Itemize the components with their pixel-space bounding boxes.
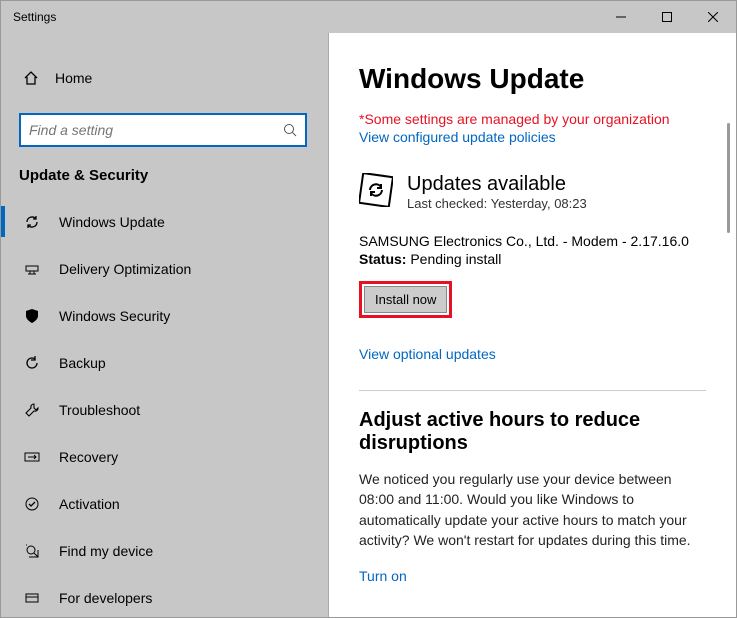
turn-on-link[interactable]: Turn on [359, 568, 706, 584]
search-field[interactable] [29, 122, 283, 138]
updates-available-title: Updates available [407, 173, 587, 196]
policy-warning: *Some settings are managed by your organ… [359, 111, 706, 127]
titlebar: Settings [1, 1, 736, 33]
sidebar-item-activation[interactable]: Activation [1, 480, 328, 527]
delivery-icon [23, 261, 41, 277]
scrollbar[interactable] [727, 123, 730, 233]
active-hours-body: We noticed you regularly use your device… [359, 469, 706, 550]
sidebar-item-backup[interactable]: Backup [1, 339, 328, 386]
sidebar-item-recovery[interactable]: Recovery [1, 433, 328, 480]
nav-label: For developers [59, 590, 152, 606]
content-area: Windows Update *Some settings are manage… [329, 33, 736, 617]
page-title: Windows Update [359, 63, 706, 95]
driver-name: SAMSUNG Electronics Co., Ltd. - Modem - … [359, 233, 706, 249]
section-divider [359, 390, 706, 391]
dev-icon [23, 590, 41, 606]
activation-icon [23, 496, 41, 512]
active-hours-heading: Adjust active hours to reduce disruption… [359, 409, 706, 455]
nav-label: Windows Security [59, 308, 170, 324]
nav-label: Delivery Optimization [59, 261, 191, 277]
nav-label: Find my device [59, 543, 153, 559]
wrench-icon [23, 402, 41, 418]
sidebar-item-windows-security[interactable]: Windows Security [1, 292, 328, 339]
search-icon [283, 123, 297, 137]
nav-label: Recovery [59, 449, 118, 465]
sidebar-item-for-developers[interactable]: For developers [1, 574, 328, 617]
sidebar-item-windows-update[interactable]: Windows Update [1, 198, 328, 245]
sidebar-item-troubleshoot[interactable]: Troubleshoot [1, 386, 328, 433]
shield-icon [23, 308, 41, 324]
nav-label: Windows Update [59, 214, 165, 230]
sidebar: Home Update & Security Windows Update De… [1, 33, 329, 617]
window-title: Settings [13, 10, 56, 24]
update-status-icon [359, 173, 393, 207]
nav-label: Backup [59, 355, 106, 371]
maximize-button[interactable] [644, 1, 690, 33]
nav-list: Windows Update Delivery Optimization Win… [1, 198, 328, 617]
refresh-icon [23, 214, 41, 230]
home-icon [23, 70, 39, 86]
policy-link[interactable]: View configured update policies [359, 129, 706, 145]
last-checked: Last checked: Yesterday, 08:23 [407, 196, 587, 211]
search-input[interactable] [19, 113, 307, 147]
nav-label: Activation [59, 496, 120, 512]
nav-label: Troubleshoot [59, 402, 140, 418]
window-controls [598, 1, 736, 33]
find-icon [23, 543, 41, 559]
sidebar-item-delivery-optimization[interactable]: Delivery Optimization [1, 245, 328, 292]
recovery-icon [23, 449, 41, 465]
status-label: Status: [359, 251, 406, 267]
close-button[interactable] [690, 1, 736, 33]
update-status-block: Updates available Last checked: Yesterda… [359, 173, 706, 211]
update-status: Status: Pending install [359, 251, 706, 267]
sidebar-item-find-my-device[interactable]: Find my device [1, 527, 328, 574]
category-label: Update & Security [1, 167, 328, 198]
sidebar-home[interactable]: Home [1, 57, 328, 99]
home-label: Home [55, 70, 92, 86]
status-value: Pending install [406, 251, 501, 267]
view-optional-updates-link[interactable]: View optional updates [359, 346, 706, 362]
install-now-button[interactable]: Install now [364, 286, 447, 313]
backup-icon [23, 355, 41, 371]
install-highlight: Install now [359, 281, 452, 318]
minimize-button[interactable] [598, 1, 644, 33]
